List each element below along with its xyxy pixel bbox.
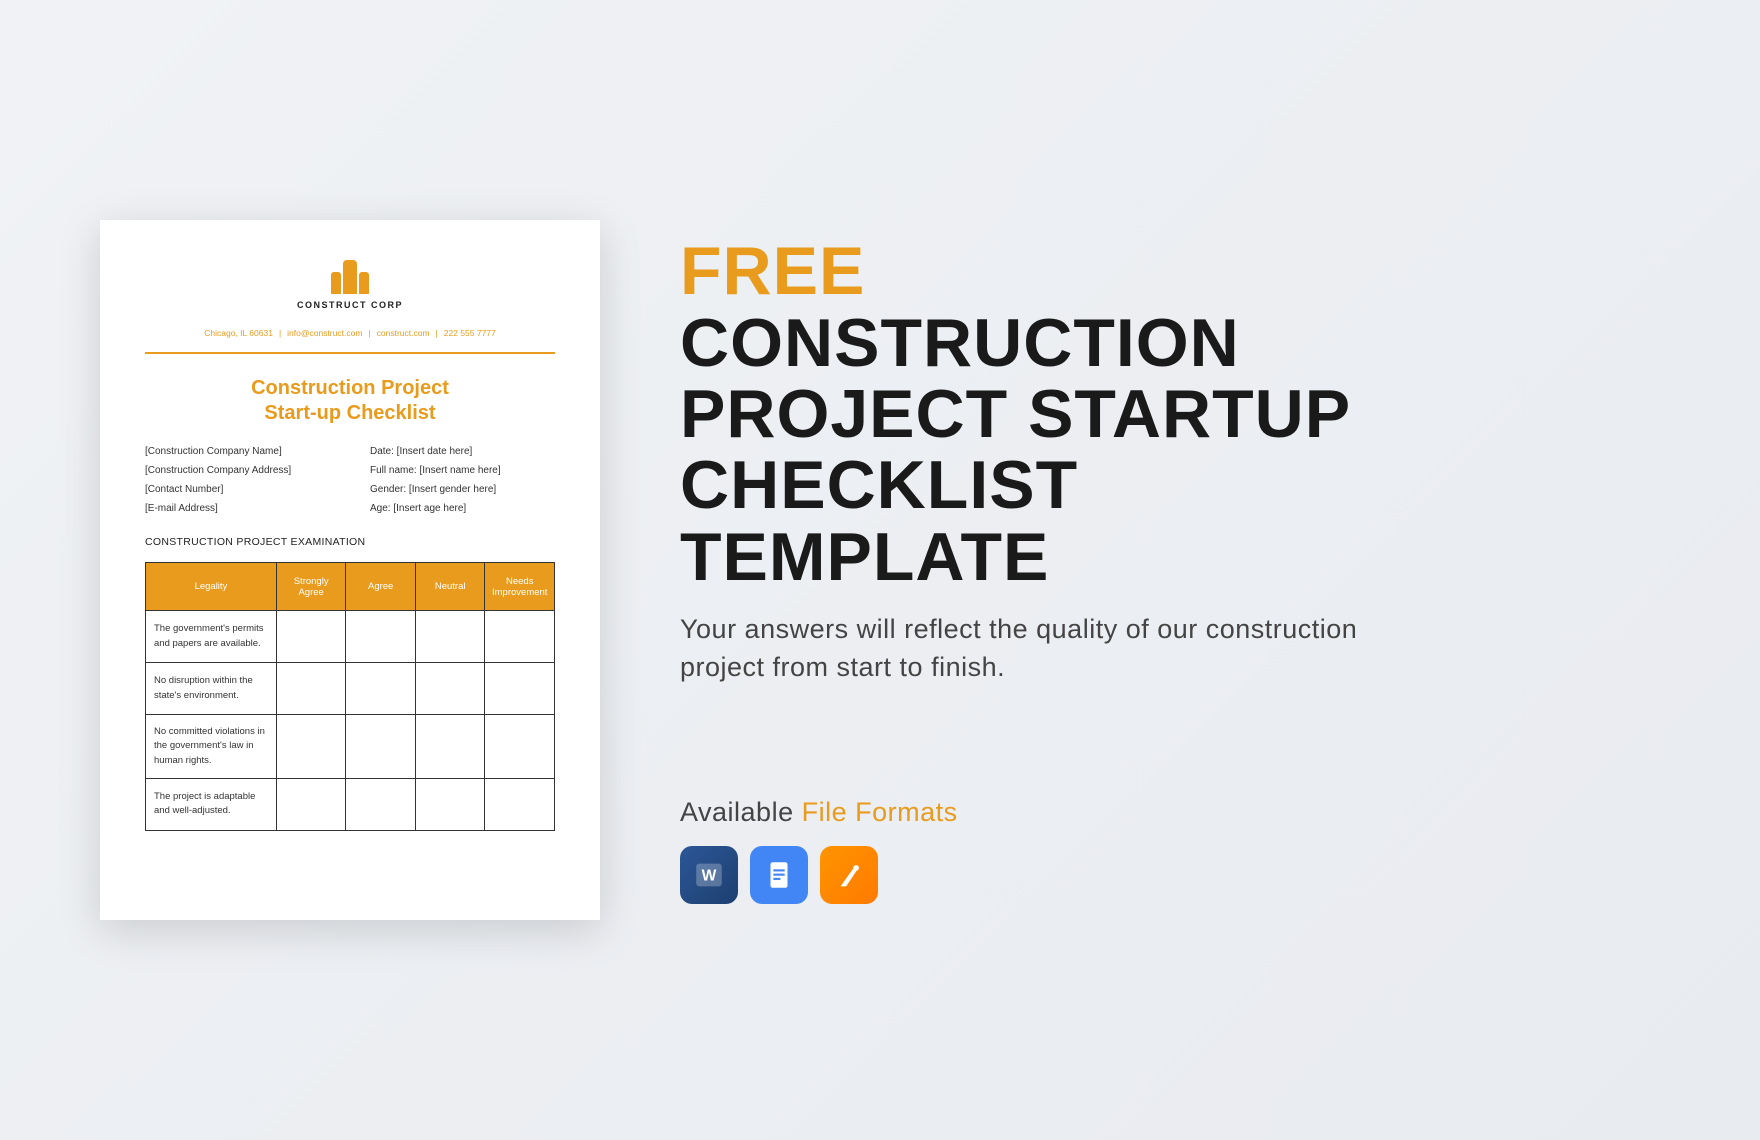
- promo-heading: FREE CONSTRUCTION PROJECT STARTUP CHECKL…: [680, 236, 1380, 593]
- info-fields: [Construction Company Name] [Constructio…: [145, 446, 555, 514]
- table-row: The project is adaptable and well-adjust…: [146, 778, 555, 830]
- info-right-column: Date: [Insert date here] Full name: [Ins…: [370, 446, 555, 514]
- contact-city: Chicago, IL 60631: [204, 328, 273, 338]
- document-title: Construction Project Start-up Checklist: [145, 376, 555, 426]
- promo-section: FREE CONSTRUCTION PROJECT STARTUP CHECKL…: [680, 236, 1380, 904]
- th-neutral: Neutral: [415, 563, 485, 611]
- buildings-icon: [331, 260, 369, 294]
- field-company-address: [Construction Company Address]: [145, 465, 330, 476]
- th-agree: Agree: [346, 563, 416, 611]
- formats-label: Available File Formats: [680, 797, 1380, 828]
- field-company-name: [Construction Company Name]: [145, 446, 330, 457]
- divider: [145, 352, 555, 354]
- checklist-table: Legality Strongly Agree Agree Neutral Ne…: [145, 562, 555, 831]
- contact-phone: 222 555 7777: [444, 328, 496, 338]
- contact-info-line: Chicago, IL 60631|info@construct.com|con…: [145, 328, 555, 338]
- template-promo-card: CONSTRUCT CORP Chicago, IL 60631|info@co…: [0, 220, 1760, 920]
- word-icon[interactable]: W: [680, 846, 738, 904]
- table-row: No committed violations in the governmen…: [146, 715, 555, 779]
- company-logo: CONSTRUCT CORP: [145, 260, 555, 310]
- th-needs-improvement: Needs Improvement: [485, 563, 555, 611]
- logo-company-name: CONSTRUCT CORP: [145, 300, 555, 310]
- field-fullname: Full name: [Insert name here]: [370, 465, 555, 476]
- contact-website: construct.com: [377, 328, 430, 338]
- svg-text:W: W: [702, 867, 717, 884]
- th-legality: Legality: [146, 563, 277, 611]
- field-age: Age: [Insert age here]: [370, 503, 555, 514]
- field-gender: Gender: [Insert gender here]: [370, 484, 555, 495]
- field-contact-number: [Contact Number]: [145, 484, 330, 495]
- document-preview: CONSTRUCT CORP Chicago, IL 60631|info@co…: [100, 220, 600, 920]
- contact-email: info@construct.com: [287, 328, 362, 338]
- table-row: No disruption within the state's environ…: [146, 663, 555, 715]
- format-icons-row: W: [680, 846, 1380, 904]
- google-docs-icon[interactable]: [750, 846, 808, 904]
- info-left-column: [Construction Company Name] [Constructio…: [145, 446, 330, 514]
- table-row: The government's permits and papers are …: [146, 611, 555, 663]
- promo-description: Your answers will reflect the quality of…: [680, 611, 1380, 687]
- promo-title: CONSTRUCTION PROJECT STARTUP CHECKLIST T…: [680, 305, 1350, 595]
- field-date: Date: [Insert date here]: [370, 446, 555, 457]
- pages-icon[interactable]: [820, 846, 878, 904]
- promo-tag: FREE: [680, 233, 865, 309]
- th-strongly-agree: Strongly Agree: [276, 563, 346, 611]
- field-email: [E-mail Address]: [145, 503, 330, 514]
- section-header: CONSTRUCTION PROJECT EXAMINATION: [145, 536, 555, 548]
